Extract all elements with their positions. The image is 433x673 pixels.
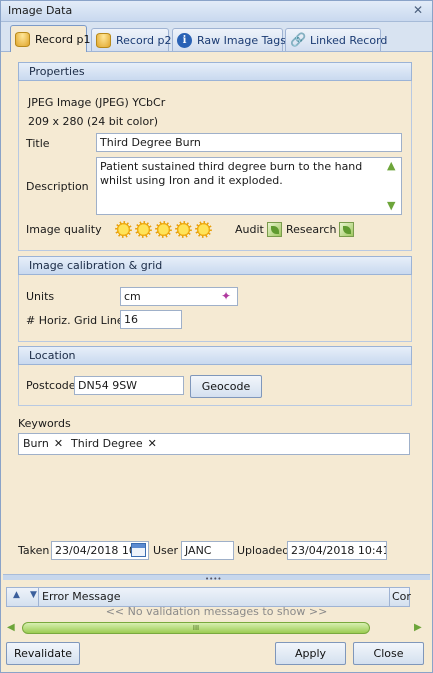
column-divider: [389, 588, 390, 606]
postcode-field[interactable]: DN54 9SW: [74, 376, 184, 395]
remove-keyword-icon[interactable]: ✕: [54, 437, 63, 450]
close-icon[interactable]: ✕: [413, 3, 423, 17]
tab-label: Record p2: [116, 33, 172, 47]
star-icon[interactable]: [115, 221, 132, 238]
image-quality-rating[interactable]: [115, 221, 215, 239]
keywords-field[interactable]: Burn ✕ Third Degree ✕: [18, 433, 410, 455]
scroll-up-icon[interactable]: ▲: [387, 159, 395, 172]
audit-leaf-icon[interactable]: [267, 222, 282, 237]
description-label: Description: [26, 180, 89, 193]
keywords-label: Keywords: [18, 417, 71, 430]
title-field[interactable]: Third Degree Burn: [96, 133, 402, 152]
image-format-text: JPEG Image (JPEG) YCbCr: [28, 96, 166, 109]
tab-label: Linked Record: [310, 33, 388, 47]
grid-lines-field[interactable]: 16: [120, 310, 182, 329]
user-field[interactable]: JANC: [181, 541, 234, 560]
sort-arrow-icon[interactable]: ▲: [13, 590, 20, 600]
tab-strip: Record p1 Record p2 i Raw Image Tags 🔗 L…: [1, 22, 432, 52]
image-dimensions-text: 209 x 280 (24 bit color): [28, 115, 159, 128]
keyword-tag: Third Degree: [71, 437, 143, 450]
star-icon[interactable]: [195, 221, 212, 238]
tab-label: Raw Image Tags: [197, 33, 286, 47]
remove-keyword-icon[interactable]: ✕: [148, 437, 157, 450]
apply-button[interactable]: Apply: [275, 642, 346, 665]
grid-lines-label: # Horiz. Grid Lines: [26, 314, 130, 327]
filter-icon[interactable]: ▼: [30, 590, 37, 600]
research-label: Research: [286, 223, 337, 236]
postcode-label: Postcode: [26, 379, 76, 392]
column-divider: [38, 588, 39, 606]
tab-linked-record[interactable]: 🔗 Linked Record: [285, 28, 387, 51]
units-label: Units: [26, 290, 55, 303]
title-label: Title: [26, 137, 50, 150]
window-title: Image Data: [8, 4, 73, 17]
user-label: User: [153, 544, 179, 557]
correction-column-header[interactable]: Cor: [392, 590, 411, 603]
star-icon[interactable]: [155, 221, 172, 238]
database-icon: [15, 31, 30, 47]
image-quality-label: Image quality: [26, 223, 102, 236]
star-icon[interactable]: [175, 221, 192, 238]
validation-empty-text: << No validation messages to show >>: [105, 605, 328, 618]
info-icon: i: [177, 32, 192, 48]
link-icon: 🔗: [290, 32, 307, 48]
revalidate-button[interactable]: Revalidate: [6, 642, 80, 665]
keyword-tag: Burn: [23, 437, 49, 450]
calendar-icon[interactable]: [131, 543, 146, 557]
audit-label: Audit: [235, 223, 264, 236]
uploaded-date-field[interactable]: 23/04/2018 10:41:1: [287, 541, 387, 560]
uploaded-label: Uploaded: [237, 544, 290, 557]
title-bar: Image Data ✕: [1, 1, 432, 22]
error-message-column-header[interactable]: Error Message: [42, 590, 121, 603]
tab-record-p1[interactable]: Record p1: [10, 25, 91, 52]
scroll-right-icon[interactable]: ▶: [414, 622, 422, 633]
scroll-down-icon[interactable]: ▼: [387, 199, 395, 212]
geocode-button[interactable]: Geocode: [190, 375, 262, 398]
splitter-grip-icon[interactable]: ••••: [205, 575, 222, 583]
taken-label: Taken: [18, 544, 50, 557]
calibration-header: Image calibration & grid: [18, 256, 412, 275]
tab-label: Record p1: [35, 32, 91, 46]
tab-record-p2[interactable]: Record p2: [91, 28, 172, 51]
butterfly-icon[interactable]: ✦: [221, 289, 231, 303]
description-field[interactable]: Patient sustained third degree burn to t…: [96, 157, 402, 215]
close-button[interactable]: Close: [353, 642, 424, 665]
horizontal-scrollbar-thumb[interactable]: III: [22, 622, 370, 634]
properties-header: Properties: [18, 62, 412, 81]
star-icon[interactable]: [135, 221, 152, 238]
location-header: Location: [18, 346, 412, 365]
research-leaf-icon[interactable]: [339, 222, 354, 237]
scroll-left-icon[interactable]: ◀: [7, 622, 15, 633]
tab-raw-image-tags[interactable]: i Raw Image Tags: [172, 28, 286, 51]
database-icon: [96, 32, 111, 48]
